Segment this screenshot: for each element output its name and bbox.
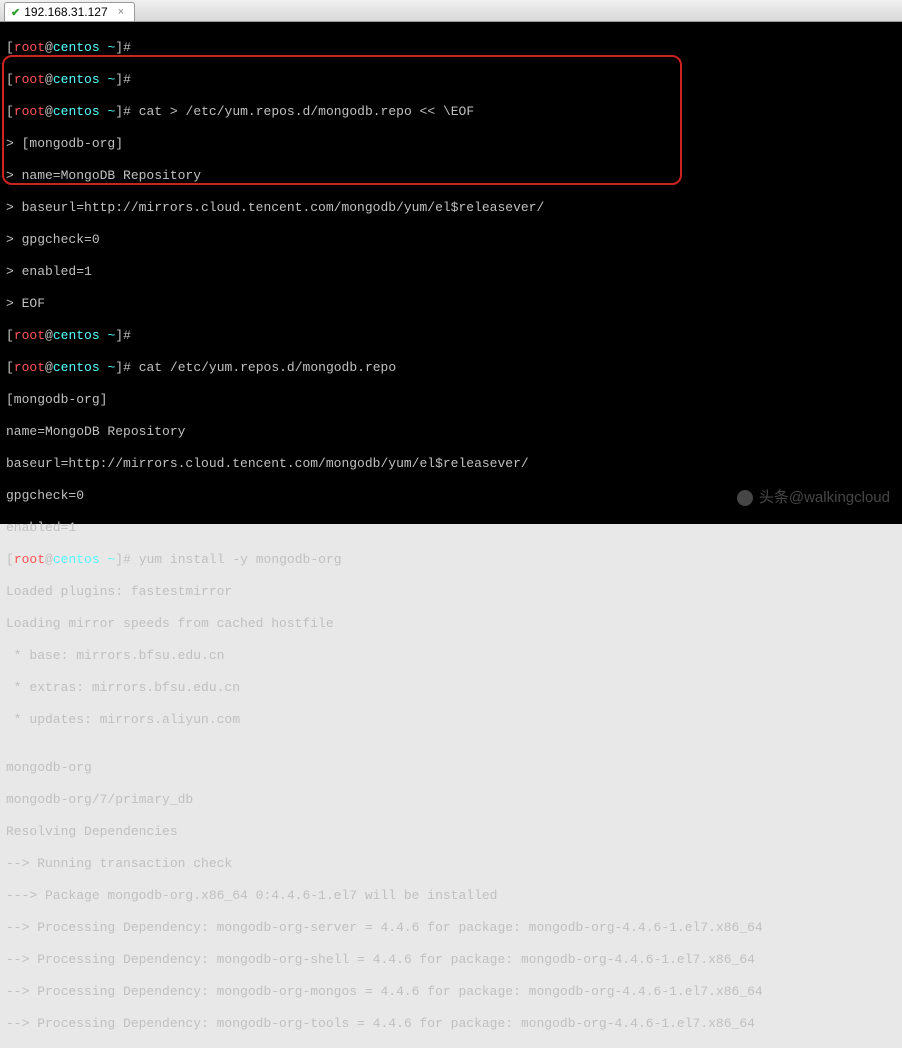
output-line: --> Running transaction check [6,856,896,872]
output-line: Resolving Dependencies [6,824,896,840]
output-line: ---> Package mongodb-org.x86_64 0:4.4.6-… [6,888,896,904]
prompt-line: [root@centos ~]# [6,72,896,88]
output-line: baseurl=http://mirrors.cloud.tencent.com… [6,456,896,472]
prompt-line: [root@centos ~]# [6,328,896,344]
heredoc-line: > enabled=1 [6,264,896,280]
watermark-icon [737,490,753,506]
output-line: * updates: mirrors.aliyun.com [6,712,896,728]
close-icon[interactable]: × [118,6,124,18]
output-line: mongodb-org [6,760,896,776]
output-line: --> Processing Dependency: mongodb-org-t… [6,1016,896,1032]
prompt-line-cat-read: [root@centos ~]# cat /etc/yum.repos.d/mo… [6,360,896,376]
output-line: [mongodb-org] [6,392,896,408]
watermark-text: 头条@walkingcloud [759,490,890,506]
output-line: --> Processing Dependency: mongodb-org-s… [6,952,896,968]
tab-bar: ✔ 192.168.31.127 × [0,0,902,22]
output-line: * base: mirrors.bfsu.edu.cn [6,648,896,664]
heredoc-line: > EOF [6,296,896,312]
heredoc-line: > name=MongoDB Repository [6,168,896,184]
output-line: Loaded plugins: fastestmirror [6,584,896,600]
heredoc-line: > gpgcheck=0 [6,232,896,248]
check-icon: ✔ [11,6,20,19]
tab-title: 192.168.31.127 [24,5,107,19]
output-line: name=MongoDB Repository [6,424,896,440]
prompt-line-yum: [root@centos ~]# yum install -y mongodb-… [6,552,896,568]
prompt-line: [root@centos ~]# [6,40,896,56]
output-line: --> Processing Dependency: mongodb-org-m… [6,984,896,1000]
watermark: 头条@walkingcloud [737,490,890,506]
prompt-line-cat-write: [root@centos ~]# cat > /etc/yum.repos.d/… [6,104,896,120]
heredoc-line: > [mongodb-org] [6,136,896,152]
output-line: enabled=1 [6,520,896,536]
terminal[interactable]: [root@centos ~]# [root@centos ~]# [root@… [0,22,902,524]
output-line: mongodb-org/7/primary_db [6,792,896,808]
output-line: * extras: mirrors.bfsu.edu.cn [6,680,896,696]
output-line: Loading mirror speeds from cached hostfi… [6,616,896,632]
tab-active[interactable]: ✔ 192.168.31.127 × [4,2,135,21]
output-line: --> Processing Dependency: mongodb-org-s… [6,920,896,936]
heredoc-line: > baseurl=http://mirrors.cloud.tencent.c… [6,200,896,216]
